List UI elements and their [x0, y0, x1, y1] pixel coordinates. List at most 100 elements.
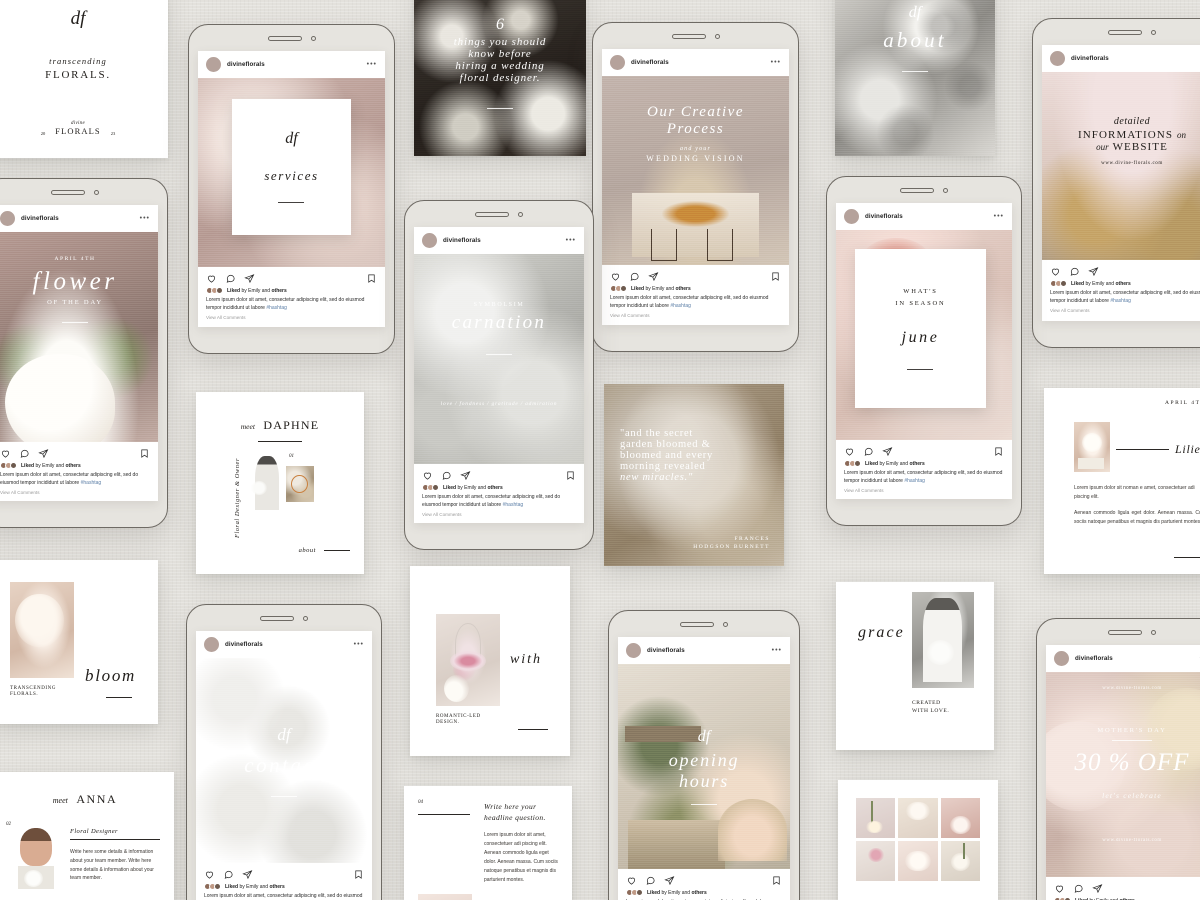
caption-hashtag[interactable]: #hashtag	[81, 480, 102, 486]
avatar[interactable]	[422, 233, 437, 248]
share-icon[interactable]	[242, 869, 253, 880]
comment-icon[interactable]	[223, 869, 234, 880]
share-icon[interactable]	[460, 470, 471, 481]
bookmark-icon[interactable]	[565, 470, 576, 481]
instagram-post-in-season: divineflorals ••• WHAT'S IN SEASON june	[836, 203, 1012, 499]
bookmark-icon[interactable]	[366, 273, 377, 284]
heart-icon[interactable]	[1054, 883, 1065, 894]
more-options-icon[interactable]: •••	[566, 237, 576, 244]
share-icon[interactable]	[1092, 883, 1103, 894]
avatar[interactable]	[206, 57, 221, 72]
comment-icon[interactable]	[1069, 266, 1080, 277]
view-comments-link[interactable]: View All Comments	[1042, 305, 1200, 319]
bookmark-icon[interactable]	[139, 448, 150, 459]
view-comments-link[interactable]: View All Comments	[414, 509, 584, 523]
view-comments-link[interactable]: View All Comments	[198, 312, 385, 326]
comment-icon[interactable]	[645, 875, 656, 886]
heart-icon[interactable]	[0, 448, 11, 459]
comment-icon[interactable]	[225, 273, 236, 284]
comment-icon[interactable]	[1073, 883, 1084, 894]
comment-icon[interactable]	[863, 446, 874, 457]
avatar[interactable]	[610, 55, 625, 70]
comment-icon[interactable]	[19, 448, 30, 459]
post-username[interactable]: divineflorals	[443, 237, 481, 244]
share-icon[interactable]	[38, 448, 49, 459]
phone-speaker-icon	[475, 212, 509, 217]
flower-title: flower	[32, 268, 118, 295]
instagram-post-creative-process: divineflorals ••• Our Creative Process a…	[602, 49, 789, 325]
liked-by-text: Liked by Emily and others	[21, 463, 81, 469]
bookmark-icon[interactable]	[353, 869, 364, 880]
comment-icon[interactable]	[441, 470, 452, 481]
quote-line-2: garden bloomed &	[620, 439, 711, 450]
share-icon[interactable]	[664, 875, 675, 886]
gallery-tile[interactable]	[898, 841, 938, 881]
gallery-tile[interactable]	[940, 798, 980, 838]
more-options-icon[interactable]: •••	[771, 59, 781, 66]
more-options-icon[interactable]: •••	[354, 641, 364, 648]
avatar[interactable]	[844, 209, 859, 224]
avatar[interactable]	[1050, 51, 1065, 66]
heart-icon[interactable]	[422, 470, 433, 481]
more-options-icon[interactable]: •••	[140, 215, 150, 222]
caption-hashtag[interactable]: #hashtag	[670, 303, 691, 309]
gallery-tile[interactable]	[898, 798, 938, 838]
post-caption: Lorem ipsum dolor sit amet, consectetur …	[836, 467, 1012, 485]
avatar[interactable]	[626, 643, 641, 658]
bookmark-icon[interactable]	[993, 446, 1004, 457]
post-username[interactable]: divineflorals	[647, 647, 685, 654]
bookmark-icon[interactable]	[770, 271, 781, 282]
with-caps-1: ROMANTIC-LED	[436, 714, 481, 719]
share-icon[interactable]	[648, 271, 659, 282]
post-username[interactable]: divineflorals	[1071, 55, 1109, 62]
phone-notch	[593, 34, 798, 39]
post-username[interactable]: divineflorals	[227, 61, 265, 68]
divider	[902, 71, 928, 72]
more-options-icon[interactable]: •••	[367, 61, 377, 68]
phone-notch	[1037, 630, 1200, 635]
view-comments-link[interactable]: View All Comments	[0, 487, 158, 501]
heart-icon[interactable]	[206, 273, 217, 284]
heart-icon[interactable]	[1050, 266, 1061, 277]
avatar[interactable]	[1054, 651, 1069, 666]
gallery-tile[interactable]	[940, 841, 980, 881]
more-options-icon[interactable]: •••	[994, 213, 1004, 220]
services-mark: df	[285, 130, 298, 148]
avatar[interactable]	[0, 211, 15, 226]
share-icon[interactable]	[882, 446, 893, 457]
gallery-tile[interactable]	[856, 841, 896, 881]
heart-icon[interactable]	[626, 875, 637, 886]
divider	[278, 202, 305, 204]
phone-speaker-icon	[1108, 30, 1142, 35]
liked-by: by Emily and	[645, 285, 675, 292]
post-username[interactable]: divineflorals	[865, 213, 903, 220]
heart-icon[interactable]	[610, 271, 621, 282]
post-username[interactable]: divineflorals	[631, 59, 669, 66]
heart-icon[interactable]	[204, 869, 215, 880]
share-icon[interactable]	[244, 273, 255, 284]
quote-line-5: new miracles."	[620, 472, 694, 483]
phone-notch	[1033, 30, 1200, 35]
view-comments-link[interactable]: View All Comments	[836, 485, 1012, 499]
view-comments-link[interactable]: View All Comments	[602, 310, 789, 324]
quote-line-1: "and the secret	[620, 428, 694, 439]
more-options-icon[interactable]: •••	[772, 647, 782, 654]
caption-hashtag[interactable]: #hashtag	[1110, 298, 1131, 304]
caption-hashtag[interactable]: #hashtag	[904, 478, 925, 484]
caption-hashtag[interactable]: #hashtag	[266, 305, 287, 311]
post-username[interactable]: divineflorals	[1075, 655, 1113, 662]
gallery-tile[interactable]	[856, 798, 896, 838]
post-likes: Liked by Emily and others	[618, 888, 790, 896]
caption-hashtag[interactable]: #hashtag	[503, 502, 524, 508]
bookmark-icon[interactable]	[771, 875, 782, 886]
avatar[interactable]	[204, 637, 219, 652]
comment-icon[interactable]	[629, 271, 640, 282]
post-username[interactable]: divineflorals	[225, 641, 263, 648]
heart-icon[interactable]	[844, 446, 855, 457]
liker-avatars	[422, 484, 439, 491]
divider	[487, 108, 513, 109]
post-username[interactable]: divineflorals	[21, 215, 59, 222]
share-icon[interactable]	[1088, 266, 1099, 277]
post-header: divineflorals •••	[618, 637, 790, 664]
opening-hours-line-1: opening	[668, 750, 740, 770]
